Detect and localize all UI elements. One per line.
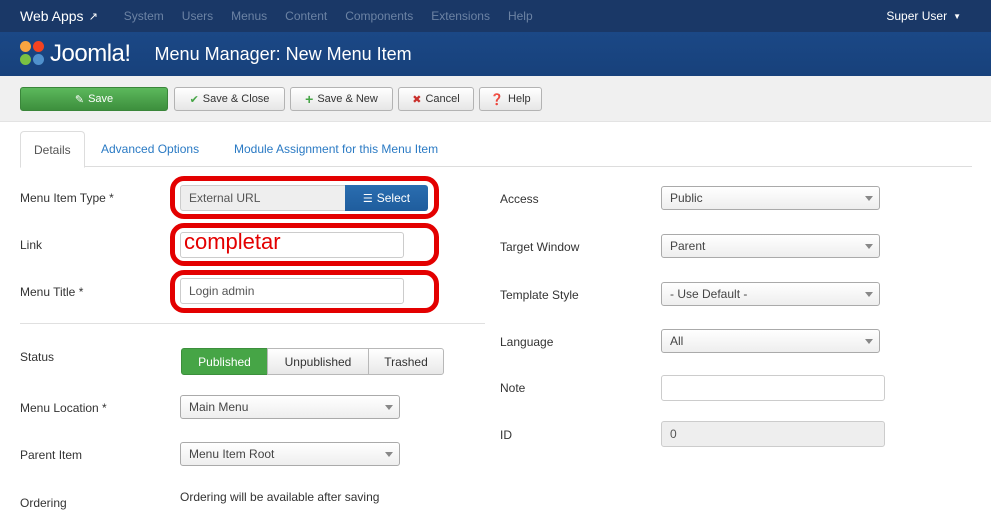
main-menu: System Users Menus Content Components Ex… [106, 9, 533, 23]
menu-components[interactable]: Components [345, 9, 413, 23]
menu-users[interactable]: Users [182, 9, 213, 23]
logo-text: Joomla! [50, 40, 131, 67]
id-label: ID [500, 428, 512, 442]
template-style-value: - Use Default - [670, 287, 748, 301]
link-label: Link [20, 238, 43, 252]
note-label: Note [500, 381, 526, 395]
menu-item-type-label: Menu Item Type * [20, 191, 114, 205]
tab-advanced-options[interactable]: Advanced Options [88, 131, 212, 167]
language-value: All [670, 334, 684, 348]
status-published-label: Published [198, 354, 251, 369]
tab-module-assignment-label: Module Assignment for this Menu Item [234, 142, 439, 156]
joomla-logo-icon [20, 41, 46, 67]
status-unpublished-button[interactable]: Unpublished [267, 348, 369, 375]
brand-label: Web Apps [20, 8, 84, 24]
annotation-circle-type [170, 176, 439, 219]
access-label: Access [500, 192, 539, 206]
chevron-down-icon [385, 405, 393, 410]
page-header: Joomla! Menu Manager: New Menu Item [0, 32, 991, 76]
status-unpublished-label: Unpublished [284, 354, 352, 369]
tab-details[interactable]: Details [20, 131, 85, 168]
menu-extensions[interactable]: Extensions [431, 9, 490, 23]
save-close-label: Save & Close [202, 93, 270, 105]
note-input[interactable] [661, 375, 885, 401]
access-select[interactable]: Public [661, 186, 880, 210]
check-icon: ✔ [189, 93, 199, 106]
id-value: 0 [670, 427, 677, 441]
caret-down-icon: ▼ [953, 11, 961, 21]
template-style-select[interactable]: - Use Default - [661, 282, 880, 306]
cancel-button[interactable]: ✖ Cancel [398, 87, 474, 111]
menu-help[interactable]: Help [508, 9, 533, 23]
toolbar: ✎ Save ✔ Save & Close + Save & New ✖ Can… [0, 76, 991, 122]
annotation-circle-title [170, 270, 439, 313]
help-label: Help [508, 93, 531, 105]
status-published-button[interactable]: Published [181, 348, 268, 375]
help-button[interactable]: ❓ Help [479, 87, 542, 111]
tab-advanced-options-label: Advanced Options [101, 142, 200, 156]
ordering-text: Ordering will be available after saving [180, 490, 380, 504]
target-window-label: Target Window [500, 240, 580, 254]
save-new-label: Save & New [317, 93, 378, 105]
tab-bar: Details Advanced Options Module Assignme… [20, 131, 972, 168]
question-icon: ❓ [490, 93, 505, 106]
save-label: Save [88, 93, 114, 105]
chevron-down-icon [865, 196, 873, 201]
menu-location-select[interactable]: Main Menu [180, 395, 400, 419]
cancel-icon: ✖ [412, 93, 422, 106]
template-style-label: Template Style [500, 288, 579, 302]
language-label: Language [500, 335, 554, 349]
save-button[interactable]: ✎ Save [20, 87, 168, 111]
chevron-down-icon [865, 339, 873, 344]
tab-details-label: Details [34, 142, 71, 157]
tab-module-assignment[interactable]: Module Assignment for this Menu Item [221, 131, 451, 167]
menu-title-label: Menu Title * [20, 285, 84, 299]
menu-menus[interactable]: Menus [231, 9, 267, 23]
save-close-button[interactable]: ✔ Save & Close [174, 87, 285, 111]
user-name: Super User [886, 9, 948, 23]
parent-item-select[interactable]: Menu Item Root [180, 442, 400, 466]
edit-icon: ✎ [74, 93, 85, 106]
chevron-down-icon [865, 292, 873, 297]
target-window-select[interactable]: Parent [661, 234, 880, 258]
language-select[interactable]: All [661, 329, 880, 353]
status-trashed-label: Trashed [384, 354, 428, 369]
menu-content[interactable]: Content [285, 9, 327, 23]
top-navbar: Web Apps ↗ System Users Menus Content Co… [0, 0, 991, 32]
cancel-label: Cancel [425, 93, 460, 105]
user-menu[interactable]: Super User ▼ [886, 9, 961, 23]
target-window-value: Parent [670, 239, 706, 253]
parent-item-value: Menu Item Root [189, 447, 275, 461]
parent-item-label: Parent Item [20, 448, 83, 462]
menu-location-value: Main Menu [189, 400, 249, 414]
plus-icon: + [305, 91, 314, 107]
brand-link[interactable]: Web Apps ↗ [20, 8, 98, 24]
annotation-circle-link [170, 223, 439, 266]
status-trashed-button[interactable]: Trashed [368, 348, 444, 375]
menu-location-label: Menu Location * [20, 401, 107, 415]
id-field: 0 [661, 421, 885, 447]
external-link-icon: ↗ [88, 10, 98, 23]
status-label: Status [20, 350, 55, 364]
ordering-label: Ordering [20, 496, 67, 510]
joomla-logo: Joomla! [20, 40, 131, 68]
save-new-button[interactable]: + Save & New [290, 87, 393, 111]
menu-system[interactable]: System [124, 9, 164, 23]
chevron-down-icon [385, 452, 393, 457]
page-title: Menu Manager: New Menu Item [154, 43, 412, 64]
access-value: Public [670, 191, 703, 205]
section-divider [20, 323, 485, 324]
chevron-down-icon [865, 244, 873, 249]
